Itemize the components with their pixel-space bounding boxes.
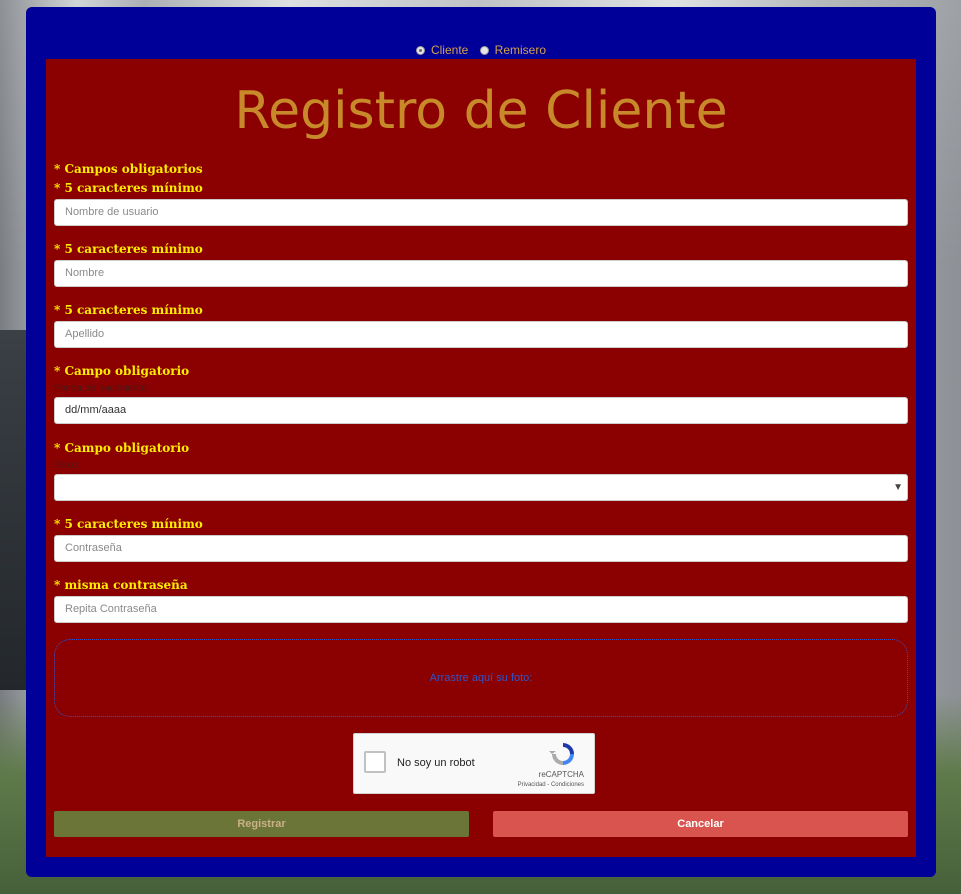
cancel-button[interactable]: Cancelar (493, 811, 908, 837)
username-hint: * 5 caracteres mínimo (54, 181, 203, 195)
firstname-hint: * 5 caracteres mínimo (54, 242, 203, 256)
username-input[interactable]: Nombre de usuario (54, 199, 908, 226)
radio-cliente[interactable] (415, 45, 425, 55)
recaptcha-checkbox[interactable] (364, 751, 386, 773)
recaptcha-brand: reCAPTCHA (538, 770, 584, 779)
recaptcha-label: No soy un robot (397, 757, 475, 769)
photo-dropzone-label: Arrastre aquí su foto: (429, 672, 533, 684)
role-label-cliente: Cliente (430, 43, 469, 57)
sex-label: Sexo: (54, 460, 80, 471)
recaptcha-widget: No soy un robot reCAPTCHA Privacidad - C… (353, 733, 595, 794)
required-note: * Campos obligatorios (54, 162, 203, 176)
dropdown-arrow-icon: ▼ (893, 482, 903, 493)
photo-dropzone[interactable]: Arrastre aquí su foto: (54, 639, 908, 717)
repeat-password-hint: * misma contraseña (54, 578, 188, 592)
registration-panel: Cliente Remisero Registro de Cliente * C… (26, 7, 936, 877)
password-hint: * 5 caracteres mínimo (54, 517, 203, 531)
birthdate-hint: * Campo obligatorio (54, 364, 190, 378)
birthdate-label: Fecha de nacimiento: (54, 383, 150, 394)
firstname-input[interactable]: Nombre (54, 260, 908, 287)
recaptcha-logo-icon (549, 740, 577, 773)
page-title: Registro de Cliente (234, 81, 728, 141)
registration-form: Registro de Cliente * Campos obligatorio… (46, 59, 916, 857)
birthdate-input[interactable]: dd/mm/aaaa (54, 397, 908, 424)
role-option-cliente[interactable]: Cliente (415, 43, 469, 57)
role-option-remisero[interactable]: Remisero (479, 43, 547, 57)
lastname-input[interactable]: Apellido (54, 321, 908, 348)
lastname-hint: * 5 caracteres mínimo (54, 303, 203, 317)
repeat-password-input[interactable]: Repita Contraseña (54, 596, 908, 623)
sex-select[interactable]: ▼ (54, 474, 908, 501)
recaptcha-links[interactable]: Privacidad - Condiciones (518, 782, 584, 788)
role-switch: Cliente Remisero (26, 43, 936, 58)
sex-hint: * Campo obligatorio (54, 441, 190, 455)
password-input[interactable]: Contraseña (54, 535, 908, 562)
register-button[interactable]: Registrar (54, 811, 469, 837)
radio-remisero[interactable] (479, 45, 489, 55)
role-label-remisero: Remisero (494, 43, 547, 57)
